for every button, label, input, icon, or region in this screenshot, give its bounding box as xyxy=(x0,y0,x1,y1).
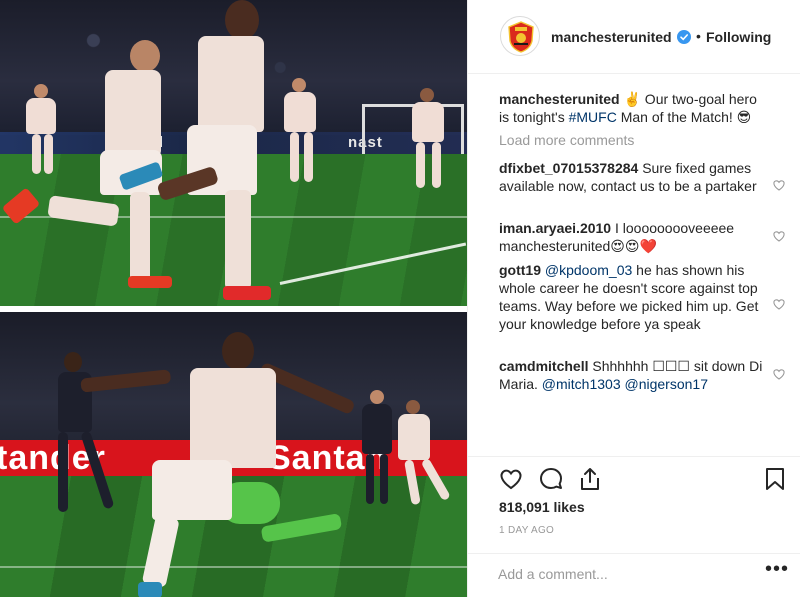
comment-username[interactable]: dfixbet_07015378284 xyxy=(499,160,638,176)
post-header: manchesterunited • Following xyxy=(468,0,800,74)
comment-username[interactable]: gott19 xyxy=(499,262,541,278)
header-separator: • xyxy=(696,28,701,44)
share-icon[interactable] xyxy=(577,466,603,492)
add-comment-row: ••• xyxy=(468,553,800,597)
post-image-top-photo: pricel nast xyxy=(0,0,467,306)
small-heart-icon[interactable] xyxy=(772,178,786,192)
comment-mention-link[interactable]: @nigerson17 xyxy=(625,376,709,392)
following-button[interactable]: Following xyxy=(706,29,771,45)
post-actions: 818,091 likes 1 DAY AGO ••• xyxy=(468,456,800,597)
small-heart-icon[interactable] xyxy=(772,229,786,243)
club-crest-icon xyxy=(508,21,534,53)
post-timestamp[interactable]: 1 DAY AGO xyxy=(499,525,554,536)
comments-section: manchesterunited ✌️ Our two-goal hero is… xyxy=(468,74,800,456)
comment-item: dfixbet_07015378284 Sure fixed games ava… xyxy=(499,159,769,195)
heart-icon[interactable] xyxy=(498,466,524,492)
load-more-comments-button[interactable]: Load more comments xyxy=(499,132,634,148)
comment-mention-link[interactable]: @kpdoom_03 xyxy=(545,262,632,278)
avatar[interactable] xyxy=(500,16,540,56)
likes-count[interactable]: 818,091 likes xyxy=(499,499,585,515)
comment-username[interactable]: iman.aryaei.2010 xyxy=(499,220,611,236)
caption-username[interactable]: manchesterunited xyxy=(499,91,620,107)
post-details-panel: manchesterunited • Following manchesteru… xyxy=(467,0,800,597)
small-heart-icon[interactable] xyxy=(772,297,786,311)
more-options-button[interactable]: ••• xyxy=(765,558,789,581)
comment-item: gott19 @kpdoom_03 he has shown his whole… xyxy=(499,261,769,333)
comment-item: camdmitchell Shhhhhh ☐☐☐ sit down Di Mar… xyxy=(499,357,769,393)
post-caption: manchesterunited ✌️ Our two-goal hero is… xyxy=(499,90,769,126)
comment-icon[interactable] xyxy=(538,466,564,492)
small-heart-icon[interactable] xyxy=(772,367,786,381)
verified-badge-icon xyxy=(677,30,691,44)
header-username[interactable]: manchesterunited xyxy=(551,29,672,45)
pitch-line xyxy=(279,242,467,285)
comment-mention-link[interactable]: @mitch1303 xyxy=(542,376,621,392)
post-image-bottom-photo: tander Santan xyxy=(0,312,467,597)
caption-hashtag-link[interactable]: #MUFC xyxy=(569,109,617,125)
add-comment-input[interactable] xyxy=(498,566,758,582)
bookmark-icon[interactable] xyxy=(764,466,786,492)
caption-text-end: Man of the Match! 😎 xyxy=(616,109,752,125)
post-image[interactable]: pricel nast xyxy=(0,0,467,597)
comment-username[interactable]: camdmitchell xyxy=(499,358,588,374)
comment-item: iman.aryaei.2010 I looooooooveeeee manch… xyxy=(499,219,769,255)
pitch-line xyxy=(0,566,467,568)
